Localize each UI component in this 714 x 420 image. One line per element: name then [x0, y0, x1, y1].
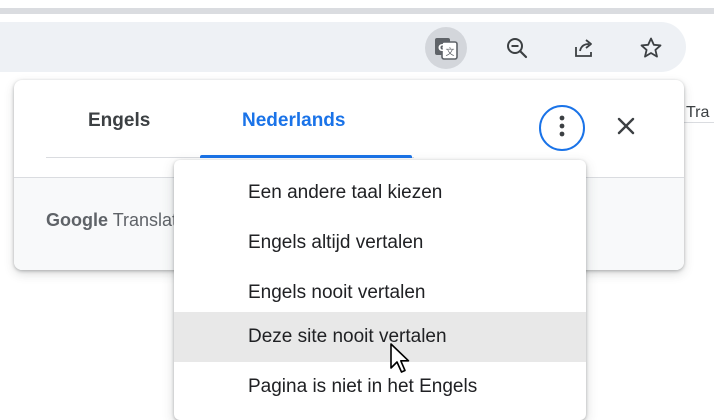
close-button[interactable] — [611, 113, 641, 143]
share-icon — [572, 36, 596, 60]
menu-item-page-not-in-language[interactable]: Pagina is niet in het Engels — [174, 362, 586, 412]
zoom-button[interactable] — [496, 27, 538, 69]
star-icon — [639, 36, 663, 60]
more-options-button[interactable] — [539, 105, 585, 151]
logo-google: Google — [46, 210, 108, 230]
zoom-out-icon — [505, 36, 529, 60]
svg-text:文: 文 — [446, 46, 455, 58]
menu-item-always-translate[interactable]: Engels altijd vertalen — [174, 218, 586, 268]
bookmark-button[interactable] — [630, 27, 672, 69]
google-translate-logo: Google Translate — [46, 210, 187, 231]
google-translate-icon: G 文 — [433, 35, 459, 61]
more-vert-icon — [559, 115, 565, 142]
options-menu: Een andere taal kiezen Engels altijd ver… — [174, 160, 586, 420]
page-partial-text: Tra — [686, 104, 710, 121]
close-icon — [617, 117, 635, 140]
share-button[interactable] — [563, 27, 605, 69]
menu-item-choose-language[interactable]: Een andere taal kiezen — [174, 168, 586, 218]
window-top — [0, 0, 714, 8]
mouse-pointer-icon — [389, 342, 411, 381]
active-tab-indicator — [200, 155, 412, 158]
translate-button[interactable]: G 文 — [425, 27, 467, 69]
tab-strip-edge — [0, 8, 714, 14]
menu-item-never-translate-language[interactable]: Engels nooit vertalen — [174, 268, 586, 318]
tab-source-language[interactable]: Engels — [88, 110, 150, 132]
tab-target-language[interactable]: Nederlands — [242, 110, 345, 132]
menu-item-never-translate-site[interactable]: Deze site nooit vertalen — [174, 312, 586, 362]
